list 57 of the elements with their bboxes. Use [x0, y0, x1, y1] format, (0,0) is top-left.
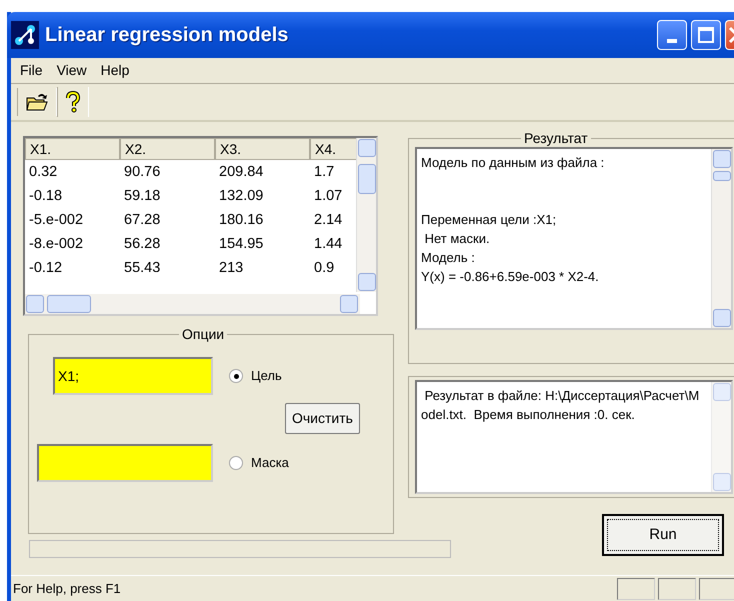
table-cell-text: -0.12: [28, 259, 64, 272]
minimize-icon: [667, 39, 677, 43]
table-cell-text: 90.76: [123, 163, 162, 182]
table-cell-text: 2.14: [313, 211, 344, 230]
table-cell-text: 154.95: [218, 235, 264, 254]
status-panel: [658, 578, 696, 600]
table-cell-text: 132.09: [218, 187, 264, 206]
text-line: Переменная цели :X1;: [421, 211, 558, 229]
text-line: Нет маски.: [424, 230, 491, 248]
text-line: Модель :: [421, 249, 476, 267]
vertical-scrollbar[interactable]: [356, 138, 376, 292]
table-cell-text: -5.e-002: [28, 211, 84, 230]
status-panel: [617, 578, 655, 600]
app-icon: [11, 21, 39, 49]
maximize-icon: [698, 27, 714, 43]
input-field[interactable]: [37, 444, 213, 482]
column-header[interactable]: X3.: [215, 138, 310, 160]
question-mark-icon: [66, 91, 80, 113]
clear-button[interactable]: Очистить: [285, 403, 360, 434]
column-header[interactable]: X2.: [120, 138, 215, 160]
menu-item[interactable]: File: [15, 60, 48, 81]
folder-icon: [26, 92, 48, 112]
radio-button[interactable]: Цель: [229, 366, 282, 386]
vertical-scrollbar[interactable]: [711, 149, 731, 328]
open-button[interactable]: [17, 88, 57, 116]
text-line: Модель по данным из файла :: [421, 154, 606, 172]
radio-button[interactable]: Маска: [229, 453, 289, 473]
table-cell-text: 213: [218, 259, 244, 272]
vertical-scrollbar[interactable]: [711, 382, 731, 492]
table-cell-text: 56.28: [123, 235, 162, 254]
status-panel: [699, 578, 734, 600]
maximize-button[interactable]: [691, 20, 721, 50]
column-header[interactable]: X1.: [25, 138, 120, 160]
text-line: Y(x) = -0.86+6.59e-003 * X2-4.: [421, 268, 600, 286]
table-cell-text: 0.32: [28, 163, 58, 182]
table-cell-text: 59.18: [123, 187, 162, 206]
table-cell-text: 0.9: [313, 259, 336, 272]
menu-item[interactable]: Help: [96, 60, 134, 81]
window-title: Linear regression models: [45, 23, 288, 48]
table-cell-text: 1.7: [313, 163, 336, 182]
table-cell-text: 1.07: [313, 187, 344, 206]
column-header[interactable]: X4.: [310, 138, 358, 160]
table-cell-text: 180.16: [218, 211, 264, 230]
table-cell-text: -8.e-002: [28, 235, 84, 254]
help-button[interactable]: [57, 87, 89, 117]
minimize-button[interactable]: [657, 20, 687, 50]
result-file-text: Результат в файле: H:\Диссертация\Расчет\Model.txt. Время выполнения :0. сек.: [421, 387, 700, 424]
table-cell-text: 55.43: [123, 259, 162, 272]
table-cell-text: -0.18: [28, 187, 64, 206]
horizontal-scrollbar[interactable]: [25, 294, 360, 314]
status-text: For Help, press F1: [13, 580, 122, 598]
menu-item[interactable]: View: [52, 60, 92, 81]
input-field[interactable]: X1;: [53, 357, 213, 395]
table-cell-text: 209.84: [218, 163, 264, 182]
table-cell-text: 67.28: [123, 211, 162, 230]
run-button[interactable]: Run: [602, 514, 724, 556]
table-cell-text: 1.44: [313, 235, 344, 254]
